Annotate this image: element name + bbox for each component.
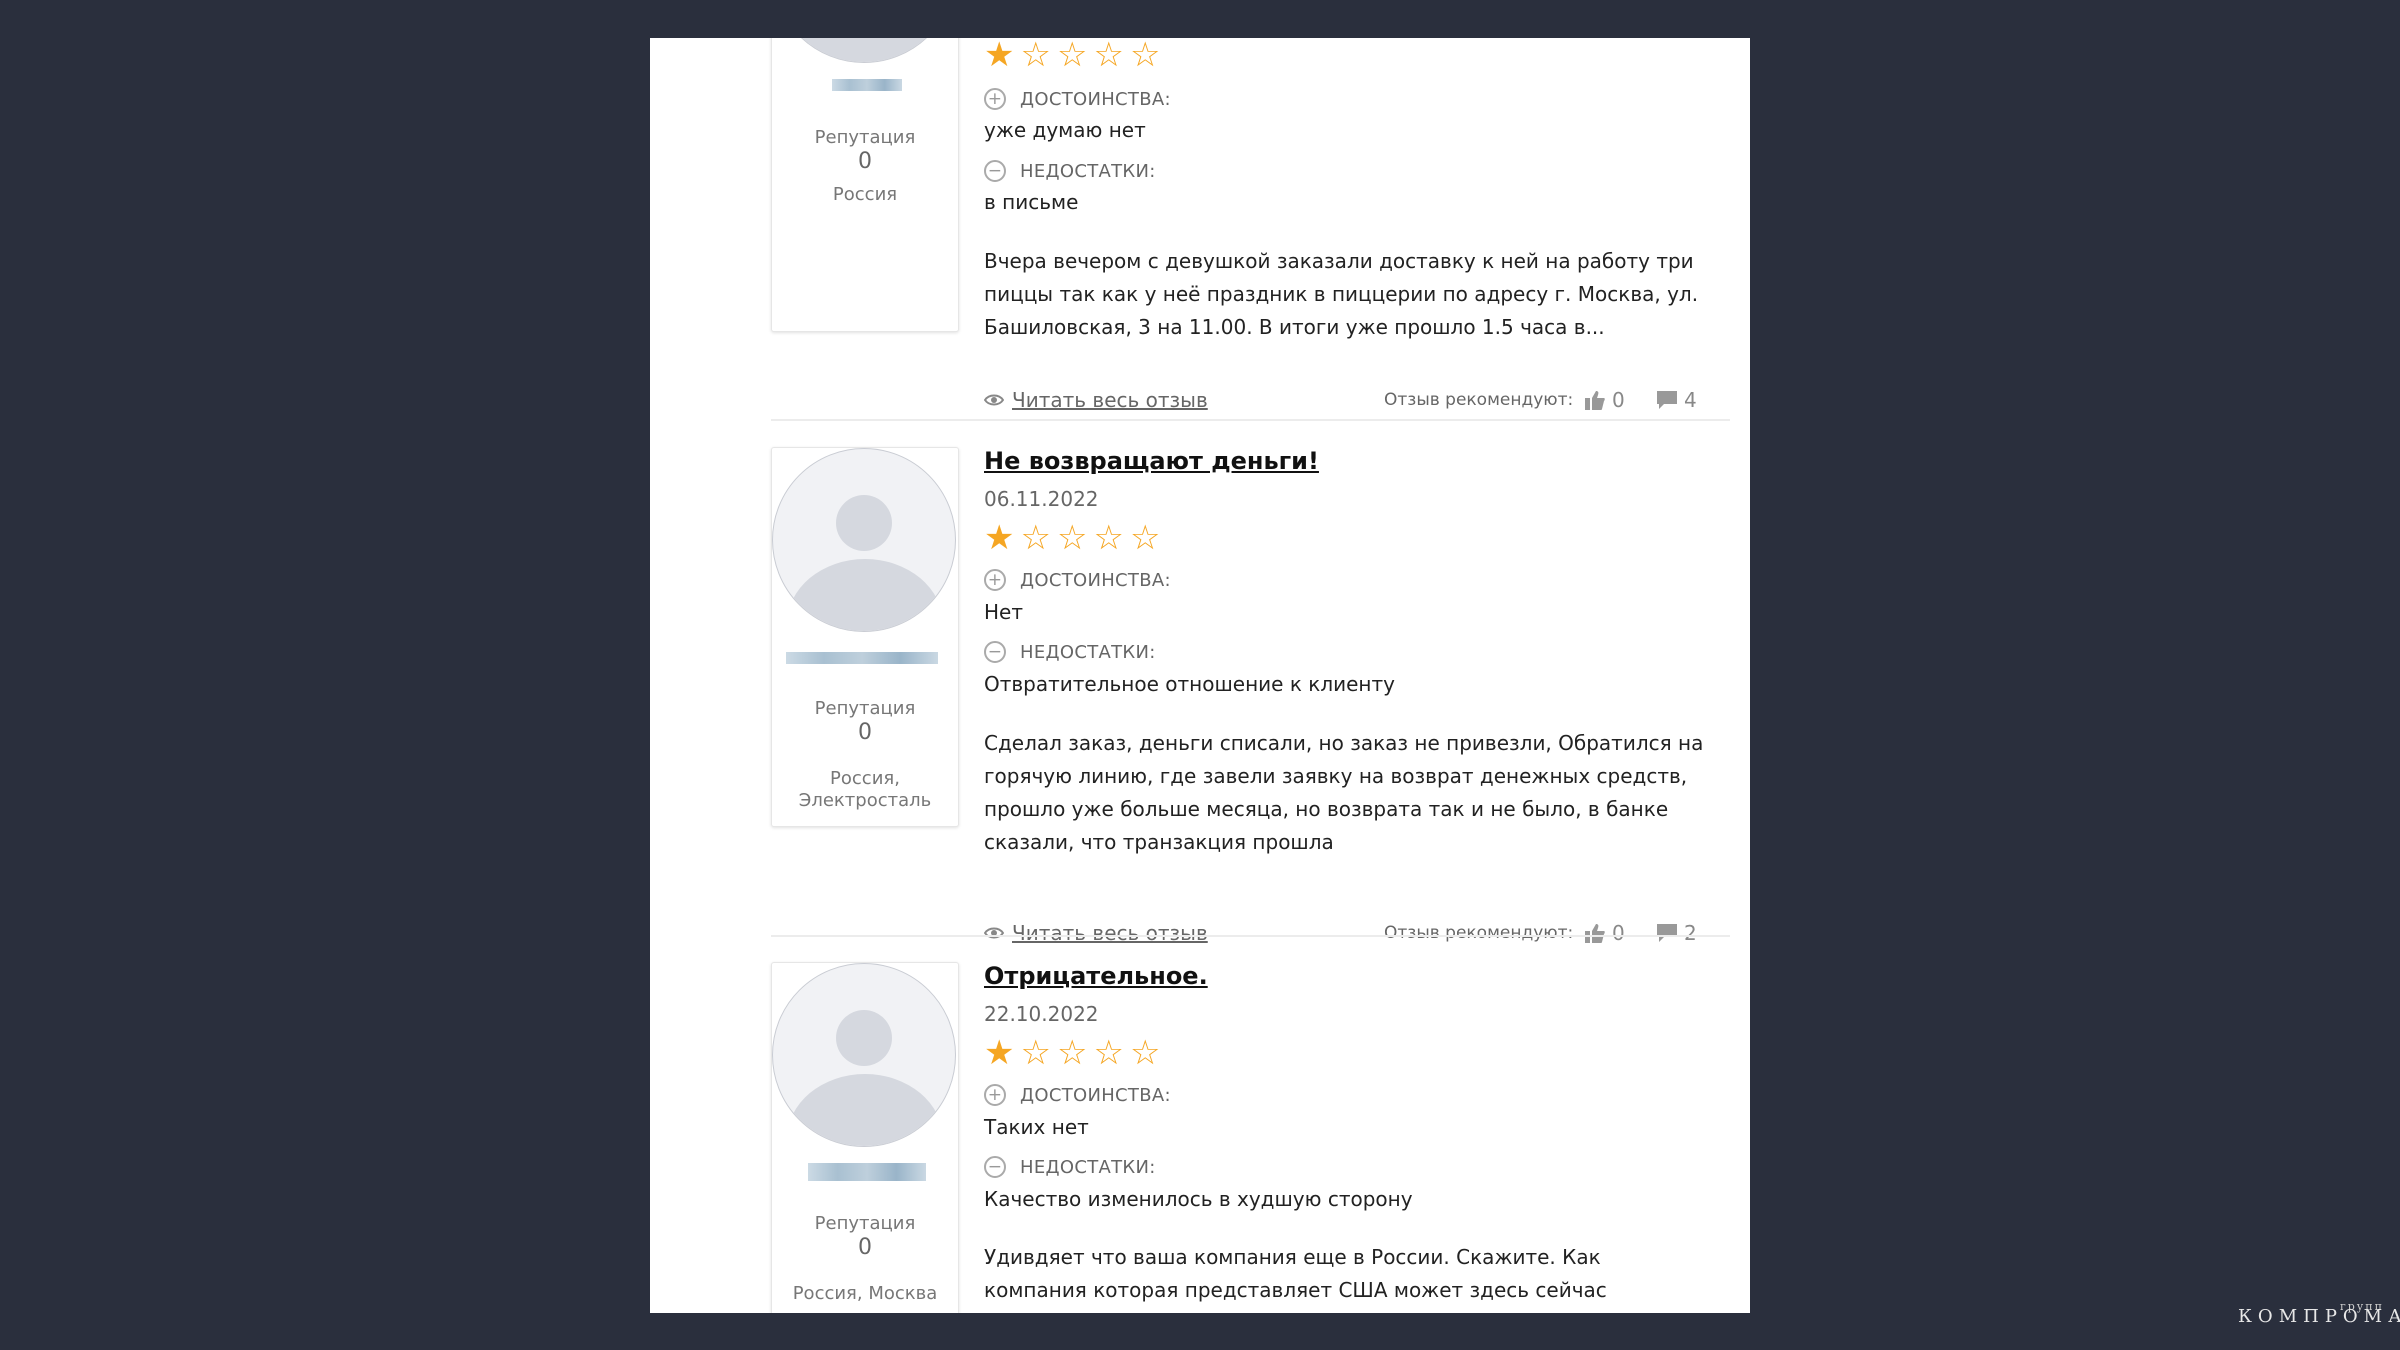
- comments-button[interactable]: 4: [1656, 388, 1697, 412]
- watermark-logo: КОМПРОМАТ: [2238, 1306, 2400, 1327]
- star-empty-icon: ☆: [1056, 38, 1088, 75]
- star-empty-icon: ☆: [1129, 1033, 1161, 1073]
- cons-label: − НЕДОСТАТКИ:: [984, 641, 1156, 663]
- thumbs-up-icon: [1585, 924, 1605, 943]
- like-button[interactable]: 0: [1584, 921, 1625, 945]
- plus-icon: +: [984, 1084, 1006, 1106]
- pros-label: + ДОСТОИНСТВА:: [984, 569, 1171, 591]
- reviews-page: Репутация 0 Россия ★ ☆ ☆ ☆ ☆ + ДОСТОИНСТВА: у…: [650, 38, 1750, 1313]
- review-text: Сделал заказ, деньги списали, но заказ н…: [984, 731, 1704, 854]
- review-title-link[interactable]: Отрицательное.: [984, 962, 1208, 990]
- pros-label: + ДОСТОИНСТВА:: [984, 88, 1171, 110]
- author-location: Россия, Электросталь: [798, 768, 932, 811]
- review-item: Репутация 0 Россия, Электросталь Не возв…: [650, 447, 1750, 967]
- author-card: Репутация 0 Россия, Электросталь: [771, 447, 959, 827]
- comments-button[interactable]: 2: [1656, 921, 1697, 945]
- review-text: Вчера вечером с девушкой заказали достав…: [984, 249, 1699, 339]
- review-footer: Читать весь отзыв Отзыв рекомендуют: 0 4: [984, 388, 1704, 418]
- like-button[interactable]: 0: [1584, 388, 1625, 412]
- star-filled-icon: ★: [984, 518, 1015, 558]
- star-empty-icon: ☆: [1129, 518, 1161, 558]
- review-date: 06.11.2022: [984, 487, 1099, 511]
- author-location: Россия, Москва: [792, 1283, 938, 1304]
- review-title-link[interactable]: Не возвращают деньги!: [984, 447, 1319, 475]
- eye-icon: [984, 927, 1004, 939]
- review-item: Репутация 0 Россия, Москва Отрицательное…: [650, 962, 1750, 1313]
- pros-text: уже думаю нет: [984, 118, 1146, 142]
- plus-icon: +: [984, 569, 1006, 591]
- star-empty-icon: ☆: [1020, 518, 1051, 558]
- review-date: 22.10.2022: [984, 1002, 1099, 1026]
- review-content: Не возвращают деньги! 06.11.2022 ★ ☆ ☆ ☆ ☆ +…: [984, 447, 1704, 967]
- rating-stars: ★ ☆ ☆ ☆ ☆: [984, 1036, 1160, 1070]
- minus-icon: −: [984, 160, 1006, 182]
- avatar[interactable]: [772, 963, 956, 1147]
- star-filled-icon: ★: [984, 38, 1015, 75]
- reputation-label: Репутация: [814, 1213, 916, 1234]
- comment-icon: [1657, 924, 1677, 942]
- pros-text: Нет: [984, 600, 1023, 624]
- read-full-review-link[interactable]: Читать весь отзыв: [984, 921, 1208, 945]
- plus-icon: +: [984, 88, 1006, 110]
- review-text: Удивдяет что ваша компания еще в России.…: [984, 1245, 1607, 1313]
- minus-icon: −: [984, 641, 1006, 663]
- recommend-label: Отзыв рекомендуют:: [1384, 390, 1574, 410]
- review-content: ★ ☆ ☆ ☆ ☆ + ДОСТОИНСТВА: уже думаю нет − НЕДОС…: [984, 38, 1704, 458]
- recommend-label: Отзыв рекомендуют:: [1384, 923, 1574, 943]
- star-empty-icon: ☆: [1093, 38, 1124, 75]
- star-empty-icon: ☆: [1020, 1033, 1051, 1073]
- read-full-review-link[interactable]: Читать весь отзыв: [984, 388, 1208, 412]
- star-empty-icon: ☆: [1093, 518, 1124, 558]
- star-empty-icon: ☆: [1020, 38, 1051, 75]
- review-divider: [771, 419, 1730, 421]
- reputation-value: 0: [858, 720, 872, 745]
- pros-label: + ДОСТОИНСТВА:: [984, 1084, 1171, 1106]
- cons-label: − НЕДОСТАТКИ:: [984, 1156, 1156, 1178]
- author-location: Россия: [832, 184, 898, 205]
- cons-text: Качество изменилось в худшую сторону: [984, 1187, 1413, 1211]
- author-name[interactable]: [808, 1163, 926, 1181]
- review-item: Репутация 0 Россия ★ ☆ ☆ ☆ ☆ + ДОСТОИНСТВА: у…: [650, 38, 1750, 458]
- star-empty-icon: ☆: [1093, 1033, 1124, 1073]
- star-empty-icon: ☆: [1056, 518, 1088, 558]
- minus-icon: −: [984, 1156, 1006, 1178]
- author-card: Репутация 0 Россия, Москва: [771, 962, 959, 1313]
- reputation-label: Репутация: [814, 127, 916, 148]
- thumbs-up-icon: [1585, 391, 1605, 410]
- review-divider: [771, 935, 1730, 937]
- cons-text: в письме: [984, 190, 1079, 214]
- pros-text: Таких нет: [984, 1115, 1089, 1139]
- rating-stars: ★ ☆ ☆ ☆ ☆: [984, 521, 1160, 555]
- cons-label: − НЕДОСТАТКИ:: [984, 160, 1156, 182]
- avatar[interactable]: [772, 38, 956, 63]
- author-name[interactable]: [786, 652, 938, 664]
- author-name[interactable]: [832, 79, 902, 91]
- reputation-value: 0: [858, 1235, 872, 1260]
- reputation-label: Репутация: [814, 698, 916, 719]
- review-content: Отрицательное. 22.10.2022 ★ ☆ ☆ ☆ ☆ + ДОСТОИН…: [984, 962, 1704, 1313]
- rating-stars: ★ ☆ ☆ ☆ ☆: [984, 38, 1160, 72]
- star-filled-icon: ★: [984, 1033, 1015, 1073]
- reputation-value: 0: [858, 149, 872, 174]
- star-empty-icon: ☆: [1056, 1033, 1088, 1073]
- eye-icon: [984, 394, 1004, 406]
- cons-text: Отвратительное отношение к клиенту: [984, 672, 1395, 696]
- star-empty-icon: ☆: [1129, 38, 1161, 75]
- avatar[interactable]: [772, 448, 956, 632]
- author-card: Репутация 0 Россия: [771, 38, 959, 332]
- comment-icon: [1657, 391, 1677, 409]
